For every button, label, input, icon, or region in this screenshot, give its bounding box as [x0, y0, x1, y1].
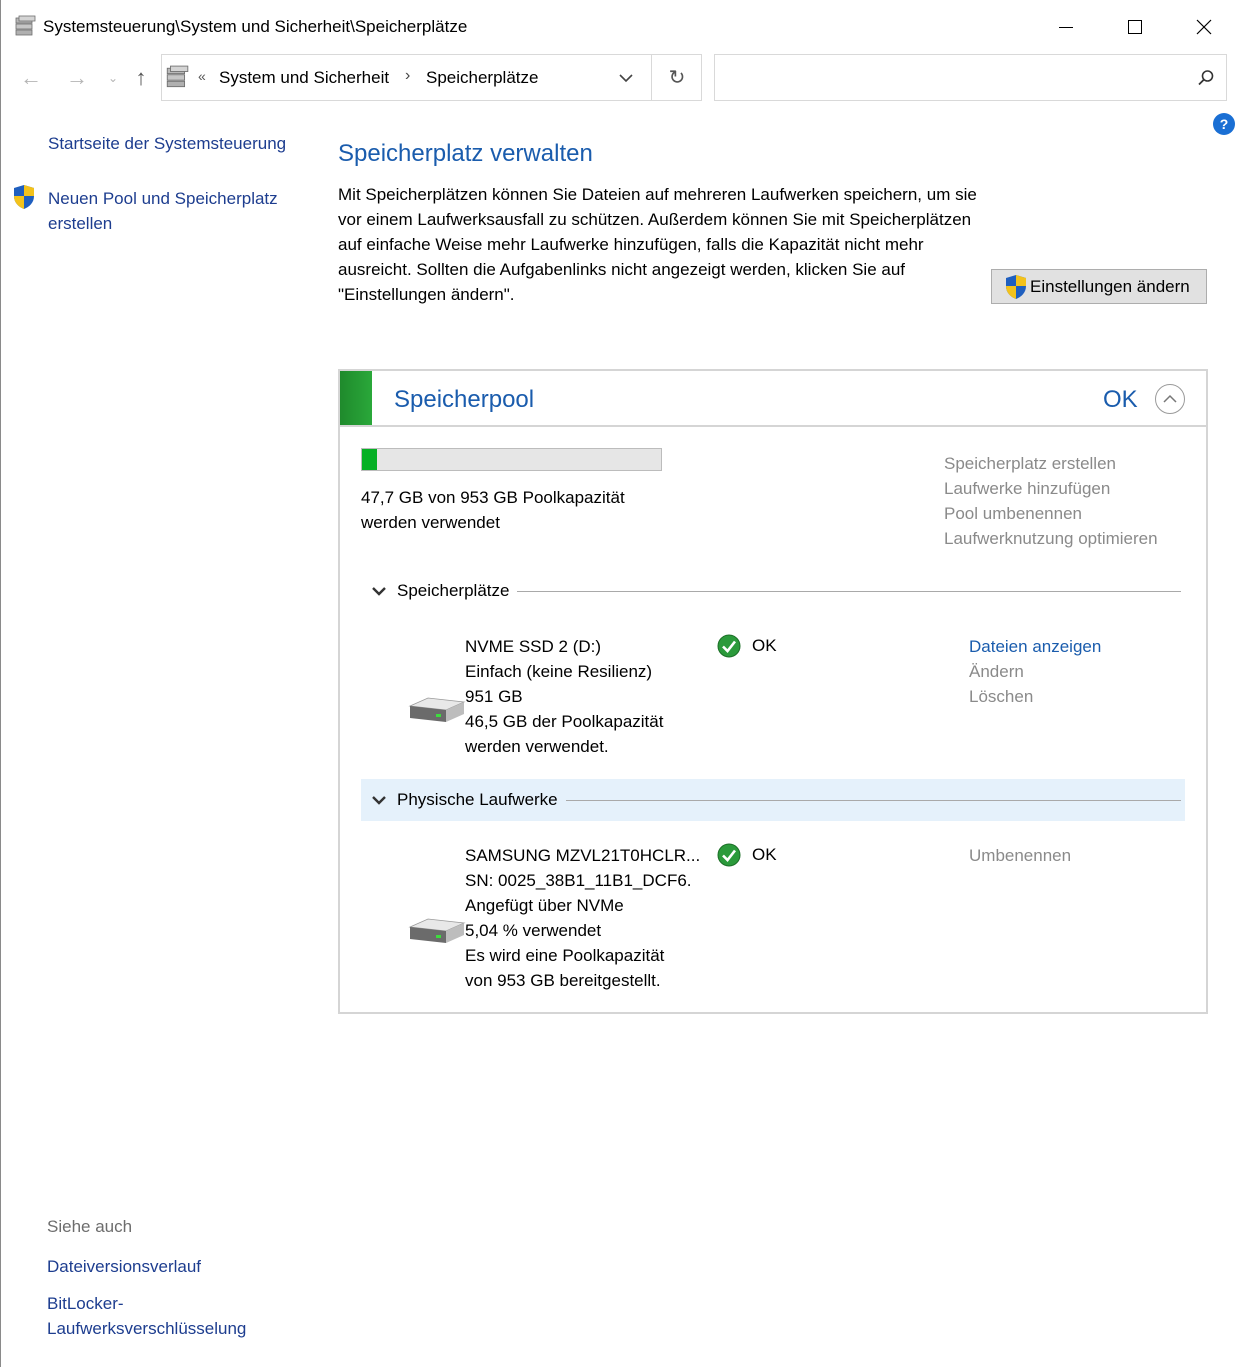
create-pool-link[interactable]: Neuen Pool und Speicherplatz erstellen [48, 186, 303, 236]
intro-text: Mit Speicherplätzen können Sie Dateien a… [338, 185, 977, 304]
ok-check-icon [717, 634, 741, 658]
drive-serial: SN: 0025_38B1_11B1_DCF6. [465, 871, 692, 890]
bitlocker-link[interactable]: BitLocker-Laufwerksverschlüsselung [47, 1291, 287, 1341]
drive-usage: 5,04 % verwendet [465, 921, 602, 940]
maximize-button[interactable] [1100, 0, 1170, 54]
change-settings-button[interactable]: Einstellungen ändern [991, 269, 1207, 304]
change-space-link[interactable]: Ändern [969, 659, 1101, 684]
delete-space-link[interactable]: Löschen [969, 684, 1101, 709]
space-status: OK [717, 634, 777, 658]
close-button[interactable] [1169, 0, 1238, 54]
maximize-icon [1128, 20, 1142, 34]
breadcrumb-storage-spaces[interactable]: Speicherplätze [426, 68, 538, 88]
help-icon[interactable]: ? [1213, 113, 1235, 135]
storage-spaces-icon [15, 15, 36, 36]
chevron-down-icon [372, 796, 386, 805]
space-actions: Dateien anzeigen Ändern Löschen [969, 634, 1101, 709]
rename-pool-link[interactable]: Pool umbenennen [944, 501, 1158, 526]
space-resiliency: Einfach (keine Resilienz) [465, 662, 653, 681]
pool-name: Speicherpool [394, 386, 535, 413]
minimize-icon [1059, 26, 1073, 28]
drive-status-label: OK [752, 845, 777, 864]
change-settings-label: Einstellungen ändern [1030, 276, 1190, 296]
forward-button[interactable]: → [63, 64, 91, 92]
control-panel-window: Systemsteuerung\System und Sicherheit\Sp… [0, 0, 1238, 1367]
section-label: Speicherplätze [397, 581, 510, 600]
uac-shield-icon [14, 185, 34, 209]
chevron-down-icon [372, 587, 386, 596]
drive-status: OK [717, 843, 777, 867]
drive-bus: Angefügt über NVMe [465, 896, 624, 915]
view-files-link[interactable]: Dateien anzeigen [969, 634, 1101, 659]
navigation-bar: ← → ⌄ ↑ « System und Sicherheit › Speich… [1, 54, 1238, 102]
pool-status: OK [1103, 386, 1138, 413]
ok-check-icon [717, 843, 741, 867]
back-button[interactable]: ← [17, 64, 45, 92]
add-drives-link[interactable]: Laufwerke hinzufügen [944, 476, 1158, 501]
title-bar: Systemsteuerung\System und Sicherheit\Sp… [1, 0, 1238, 54]
recent-locations-button[interactable]: ⌄ [99, 64, 127, 92]
pool-usage-text: 47,7 GB von 953 GB Poolkapazität werden … [361, 485, 691, 535]
space-usage: werden verwendet. [465, 737, 609, 756]
search-icon [1198, 70, 1214, 86]
drive-capacity: von 953 GB bereitgestellt. [465, 971, 661, 990]
physical-drives-section-header[interactable]: Physische Laufwerke [361, 779, 1185, 821]
uac-shield-icon [1006, 274, 1026, 299]
pool-usage-line: 47,7 GB von 953 GB Poolkapazität [361, 488, 625, 507]
pool-usage-line: werden verwendet [361, 513, 500, 532]
breadcrumb-overflow[interactable]: « [198, 68, 206, 84]
drive-actions: Umbenennen [969, 843, 1071, 868]
optimize-drive-usage-link[interactable]: Laufwerknutzung optimieren [944, 526, 1158, 551]
file-history-link[interactable]: Dateiversionsverlauf [47, 1254, 201, 1279]
see-also-heading: Siehe auch [47, 1217, 133, 1236]
section-divider [517, 590, 1181, 592]
section-label: Physische Laufwerke [397, 790, 558, 809]
chevron-up-icon [1163, 394, 1177, 403]
storage-pool-panel: Speicherpool OK 47,7 GB von 953 GB Poolk… [338, 369, 1208, 1014]
chevron-down-icon [361, 570, 397, 612]
control-panel-home-link[interactable]: Startseite der Systemsteuerung [48, 131, 286, 156]
pool-tasks: Speicherplatz erstellen Laufwerke hinzuf… [944, 451, 1158, 551]
pool-status-stripe [340, 371, 372, 425]
drive-details: SAMSUNG MZVL21T0HCLR... SN: 0025_38B1_11… [465, 843, 700, 993]
breadcrumb-system-security[interactable]: System und Sicherheit [219, 68, 389, 88]
space-name: NVME SSD 2 (D:) [465, 637, 602, 656]
space-details: NVME SSD 2 (D:) Einfach (keine Resilienz… [465, 634, 663, 759]
drive-icon [408, 918, 466, 943]
page-title: Speicherplatz verwalten [338, 140, 593, 167]
space-status-label: OK [752, 636, 777, 655]
rename-drive-link[interactable]: Umbenennen [969, 843, 1071, 868]
create-space-link[interactable]: Speicherplatz erstellen [944, 451, 1158, 476]
window-title: Systemsteuerung\System und Sicherheit\Sp… [43, 17, 468, 36]
minimize-button[interactable] [1031, 0, 1101, 54]
storage-spaces-icon [166, 65, 189, 88]
refresh-button[interactable]: ↻ [651, 55, 702, 100]
chevron-down-icon[interactable] [616, 68, 636, 88]
up-button[interactable]: ↑ [127, 64, 155, 92]
drive-model: SAMSUNG MZVL21T0HCLR... [465, 846, 701, 865]
search-input[interactable] [714, 54, 1227, 101]
storage-spaces-section-header[interactable]: Speicherplätze [361, 570, 1185, 612]
drive-capacity: Es wird eine Poolkapazität [465, 946, 665, 965]
pool-header: Speicherpool OK [340, 371, 1206, 427]
collapse-pool-button[interactable] [1155, 384, 1185, 414]
pool-usage-bar [361, 448, 662, 471]
space-size: 951 GB [465, 687, 523, 706]
chevron-down-icon [361, 779, 397, 821]
pool-usage-fill [362, 449, 377, 470]
address-bar[interactable]: « System und Sicherheit › Speicherplätze… [161, 54, 702, 101]
drive-icon [408, 697, 466, 722]
close-icon [1196, 19, 1212, 35]
space-usage: 46,5 GB der Poolkapazität [465, 712, 664, 731]
section-divider [565, 799, 1181, 801]
breadcrumb-separator[interactable]: › [405, 67, 410, 85]
